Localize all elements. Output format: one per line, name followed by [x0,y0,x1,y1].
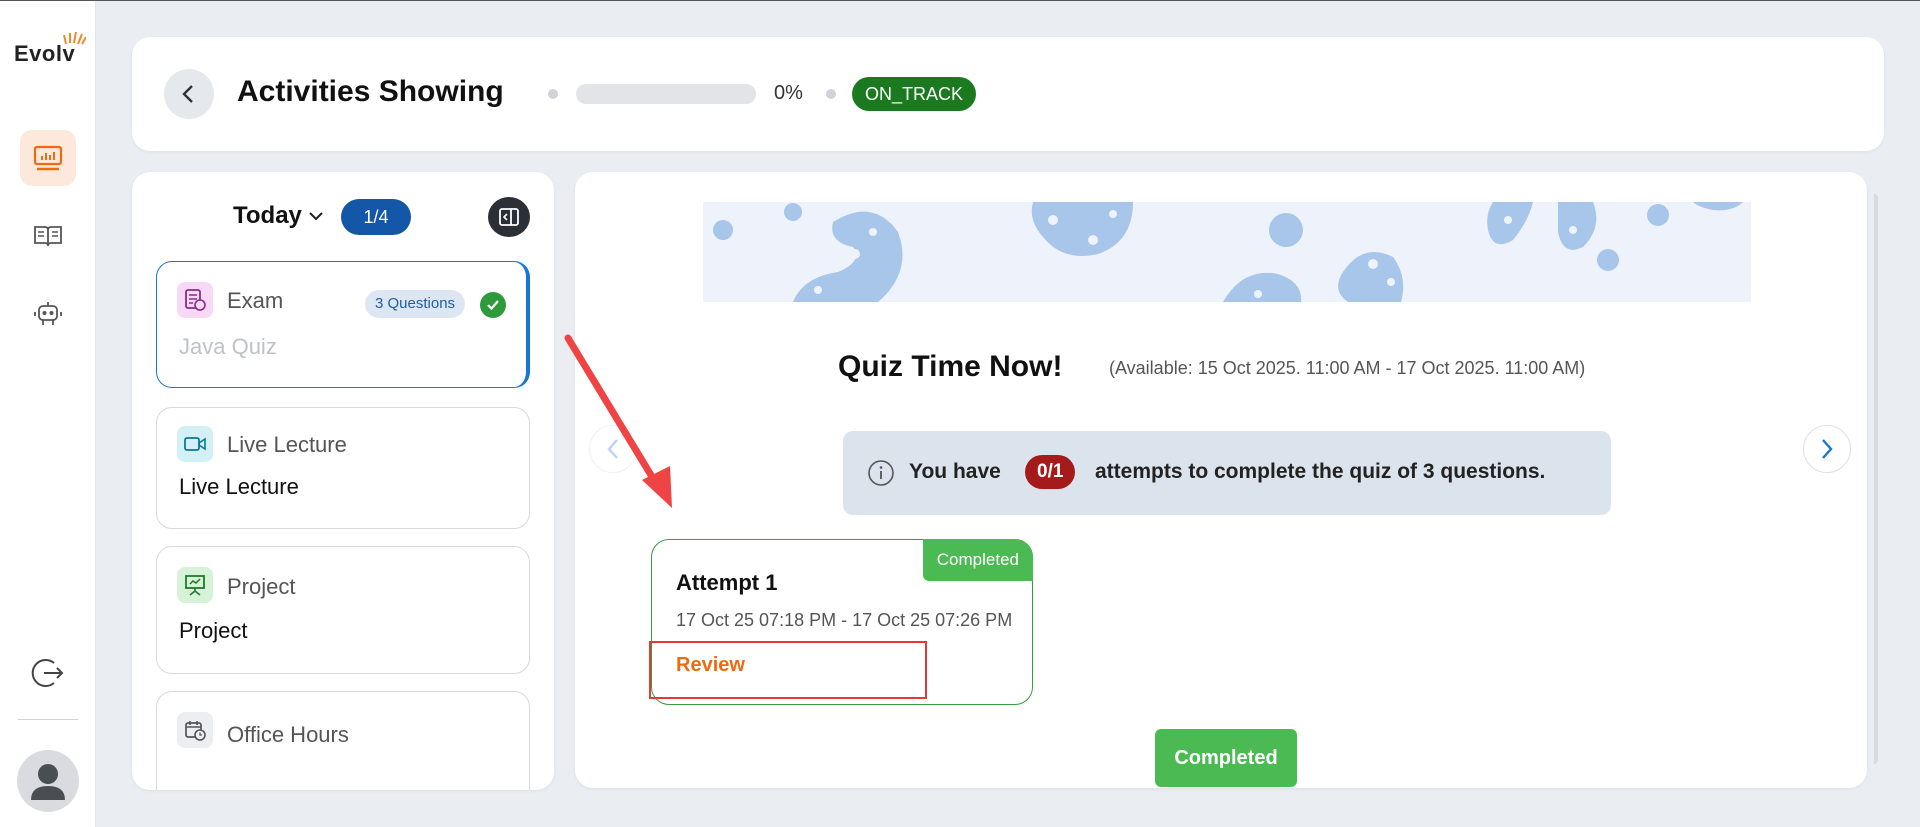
attempts-text-suffix: attempts to complete the quiz of 3 quest… [1095,460,1546,483]
activity-type: Office Hours [227,722,349,747]
left-rail: Evolv [0,1,96,827]
attempt-status-badge: Completed [922,539,1033,581]
collapse-panel-button[interactable] [488,197,530,237]
date-filter-dropdown[interactable]: Today [233,202,324,230]
video-icon [184,437,206,451]
card-stack-shadow [1874,194,1878,764]
next-activity-button[interactable] [1803,425,1851,473]
progress-percent: 0% [774,82,803,104]
separator-dot [548,89,558,99]
date-filter-label: Today [233,202,302,229]
status-badge: ON_TRACK [852,77,977,111]
attempt-card: Completed Attempt 1 17 Oct 25 07:18 PM -… [651,539,1033,705]
chevron-left-icon [182,85,193,103]
user-avatar-icon [31,764,65,800]
quiz-availability: (Available: 15 Oct 2025. 11:00 AM - 17 O… [1109,358,1586,378]
chevron-down-icon [309,212,323,221]
calendar-clock-icon [185,721,206,741]
activity-name: Live Lecture [179,474,299,499]
separator-dot [826,89,836,99]
rail-divider [18,719,78,720]
robot-icon [34,302,62,325]
nav-courses[interactable] [20,208,76,264]
completed-check-icon [480,292,506,318]
activity-type: Exam [227,288,284,313]
nav-dashboard[interactable] [20,130,76,186]
activity-count-badge: 1/4 [341,199,411,235]
quiz-title: Quiz Time Now! [838,350,1063,383]
chevron-right-icon [1822,439,1833,459]
logout-button[interactable] [20,645,76,701]
attempts-count-badge: 0/1 [1025,455,1076,489]
activity-name: Java Quiz [179,334,277,359]
avatar[interactable] [17,750,79,812]
activity-icon [177,712,213,748]
quiz-banner-image [703,202,1751,302]
attempts-text-prefix: You have [909,460,1001,483]
attempt-time-range: 17 Oct 25 07:18 PM - 17 Oct 25 07:26 PM [676,610,1013,630]
review-link[interactable]: Review [676,654,745,677]
activity-item-office-hours[interactable]: Office Hours [156,691,530,790]
info-icon [868,460,894,486]
exam-icon [185,289,206,311]
questions-badge: 3 Questions [365,290,466,318]
activity-item-project[interactable]: Project Project [156,546,530,674]
activity-icon [177,567,213,603]
completed-button[interactable]: Completed [1155,729,1297,787]
activity-icon [177,282,213,318]
nav-ai-assistant[interactable] [20,286,76,342]
activity-icon [177,426,213,462]
back-button[interactable] [164,69,214,119]
attempts-info-box: You have 0/1 attempts to complete the qu… [843,431,1611,515]
activity-type: Live Lecture [227,432,347,457]
attempt-title: Attempt 1 [676,570,778,595]
logo-rays-icon [63,31,86,45]
progress-bar [576,84,756,104]
activity-item-live-lecture[interactable]: Live Lecture Live Lecture [156,407,530,529]
sidebar-collapse-icon [499,208,519,226]
presentation-icon [185,575,205,596]
activity-type: Project [227,574,296,599]
activity-name: Project [179,618,248,643]
banner-pattern [713,202,1743,302]
activities-panel: Today 1/4 Exam 3 Questions Java Quiz Liv… [132,172,554,790]
logout-icon [31,659,64,687]
page-title: Activities Showing [237,75,504,108]
chevron-left-icon [607,439,618,459]
dashboard-icon [33,145,63,171]
previous-activity-button[interactable] [589,425,637,473]
book-icon [34,226,62,247]
activity-item-exam[interactable]: Exam 3 Questions Java Quiz [156,261,530,388]
window-top-border [0,0,1920,1]
page-header: Activities Showing 0% ON_TRACK [132,37,1884,151]
app-logo[interactable]: Evolv [14,31,86,67]
quiz-card: Quiz Time Now! (Available: 15 Oct 2025. … [575,172,1867,788]
